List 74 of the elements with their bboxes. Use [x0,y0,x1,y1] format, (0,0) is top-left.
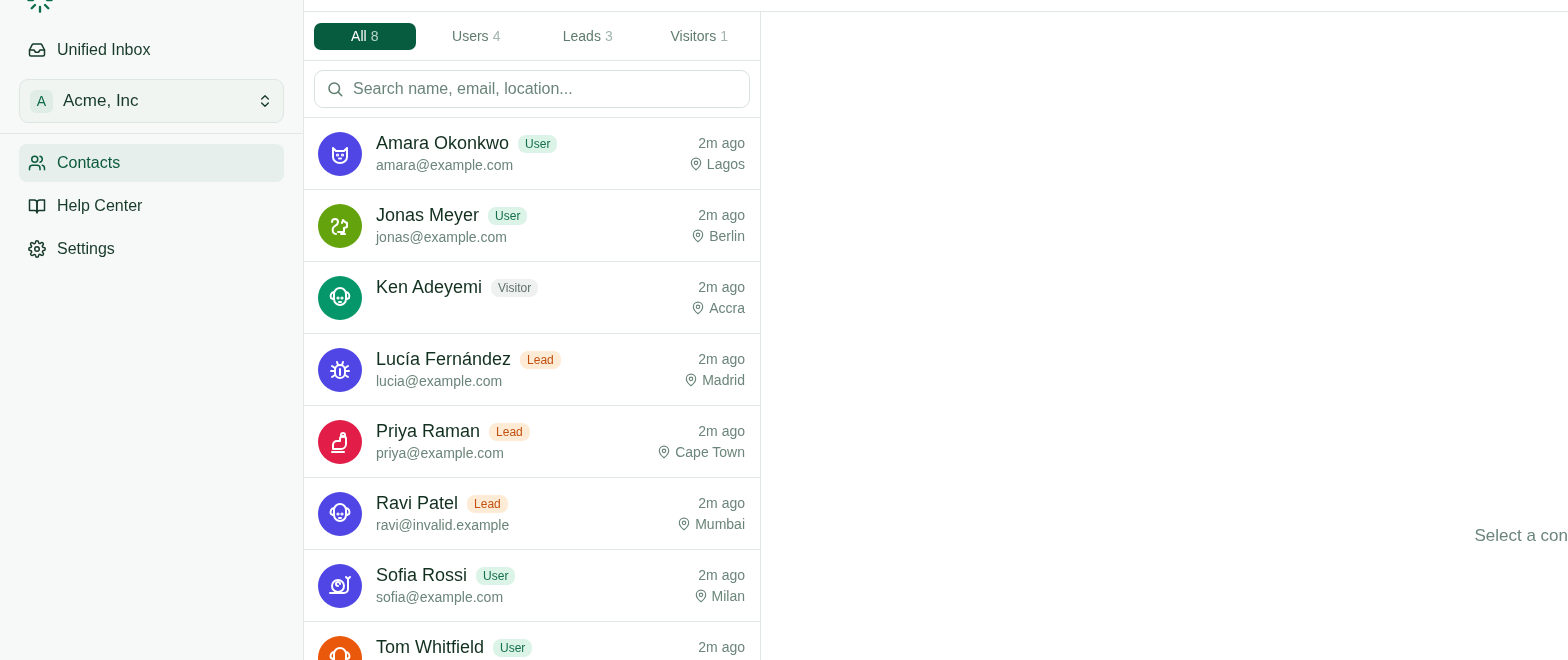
location: Lagos [706,156,745,172]
pin-icon [691,301,706,315]
contacts-icon [28,154,46,172]
type-badge: User [476,566,516,585]
nav-label: Help Center [57,197,143,215]
nav-label: Contacts [57,154,121,172]
contact-row[interactable]: Ravi Patel Lead ravi@invalid.example 2m ago Mumbai [304,478,760,550]
filter-tab[interactable]: Leads 3 [537,22,639,50]
location: Berlin [709,228,745,244]
pin-icon [684,373,699,387]
contact-name: Sofia Rossi [376,565,468,586]
contact-row[interactable]: Tom Whitfield User 2m ago [304,622,760,660]
search-field[interactable]: Search name, email, location... [314,70,750,108]
inbox-icon [28,41,46,59]
nav-item[interactable]: Contacts [19,144,284,182]
contact-name: Amara Okonkwo [376,133,510,154]
contact-email: lucia@example.com [376,373,504,389]
empty-state-text: Select a con [1474,526,1568,546]
pin-icon [693,589,708,603]
type-badge: Lead [520,350,561,369]
type-badge: Lead [467,494,508,513]
contact-row[interactable]: Jonas Meyer User jonas@example.com 2m ago Berlin [304,190,760,262]
contact-name: Lucía Fernández [376,349,512,370]
contact-row[interactable]: Ken Adeyemi Visitor 2m ago Accra [304,262,760,334]
type-badge: Lead [489,422,530,441]
last-seen: 2m ago [698,207,745,223]
book-icon [28,197,46,215]
filter-tab[interactable]: Users 4 [425,22,527,50]
nav-item[interactable]: Settings [19,230,284,268]
location: Cape Town [675,444,745,460]
nav-label: Settings [57,240,115,258]
contact-email: ravi@invalid.example [376,517,511,533]
type-badge: User [488,206,528,225]
type-badge: User [518,134,558,153]
pin-icon [688,157,703,171]
last-seen: 2m ago [698,423,745,439]
pin-icon [691,229,706,243]
contact-email: amara@example.com [376,157,515,173]
type-badge: Visitor [491,278,539,297]
workspace-name: Acme, Inc [63,91,140,111]
nav-label: Unified Inbox [57,41,151,59]
location: Accra [709,300,745,316]
nav-item[interactable]: Help Center [19,187,284,225]
location: Milan [711,588,745,604]
contact-email: priya@example.com [376,445,505,461]
contact-email: jonas@example.com [376,229,508,245]
bug-icon [328,358,352,382]
last-seen: 2m ago [698,567,745,583]
workspace-initial: A [30,89,53,113]
last-seen: 2m ago [698,495,745,511]
contact-name: Priya Raman [376,421,481,442]
pin-icon [677,517,692,531]
last-seen: 2m ago [698,279,745,295]
location: Madrid [702,372,745,388]
workspace-selector[interactable]: A Acme, Inc [19,79,284,123]
filter-tab[interactable]: All 8 [314,22,416,50]
type-badge: User [493,638,533,657]
contact-name: Ken Adeyemi [376,277,483,298]
contact-row[interactable]: Amara Okonkwo User amara@example.com 2m ago Lagos [304,118,760,190]
last-seen: 2m ago [698,135,745,151]
settings-icon [28,240,46,258]
contact-name: Tom Whitfield [376,637,485,658]
contact-row[interactable]: Priya Raman Lead priya@example.com 2m ago Cape Town [304,406,760,478]
pin-icon [657,445,672,459]
contact-name: Ravi Patel [376,493,459,514]
last-seen: 2m ago [698,351,745,367]
filter-tab[interactable]: Visitors 1 [648,22,750,50]
contact-name: Jonas Meyer [376,205,480,226]
contact-email: sofia@example.com [376,589,505,605]
location: Mumbai [695,516,745,532]
contact-row[interactable]: Lucía Fernández Lead lucia@example.com 2m ago Madrid [304,334,760,406]
nav-item[interactable]: Unified Inbox [19,31,284,69]
contact-row[interactable]: Sofia Rossi User sofia@example.com 2m ago Milan [304,550,760,622]
last-seen: 2m ago [698,639,745,655]
